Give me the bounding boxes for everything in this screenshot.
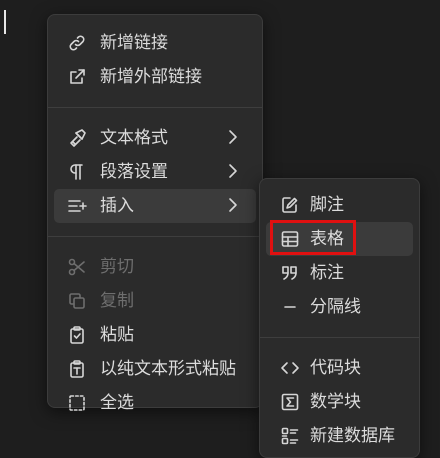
scissors-icon	[67, 257, 87, 277]
menu-separator	[48, 236, 262, 237]
submenu-item-label: 脚注	[310, 195, 344, 215]
menu-item-label: 新增链接	[100, 33, 168, 53]
highlight-box	[270, 220, 356, 255]
menu-item-label: 以纯文本形式粘贴	[100, 359, 236, 379]
clipboard-icon	[67, 325, 87, 345]
submenu-item-label: 数学块	[310, 392, 361, 412]
menu-item-label: 段落设置	[100, 162, 168, 182]
menu-item-copy[interactable]: 复制	[54, 284, 256, 318]
submenu-item-divider[interactable]: 分隔线	[266, 290, 413, 324]
menu-item-label: 复制	[100, 291, 134, 311]
menu-separator	[260, 337, 419, 338]
external-link-icon	[67, 67, 87, 87]
context-menu: 新增链接 新增外部链接 文本格式 段落设置 插入 剪切 复制 粘贴 以纯文本形式…	[47, 14, 263, 413]
text-caret	[4, 10, 6, 34]
submenu-item-label: 标注	[310, 263, 344, 283]
chevron-right-icon	[228, 129, 238, 145]
menu-item-label: 全选	[100, 393, 134, 413]
menu-item-cut[interactable]: 剪切	[54, 250, 256, 284]
database-icon	[280, 426, 300, 446]
submenu-item-code-block[interactable]: 代码块	[266, 351, 413, 385]
insert-icon	[67, 196, 87, 216]
submenu-item-label: 分隔线	[310, 297, 361, 317]
menu-item-label: 文本格式	[100, 128, 168, 148]
menu-item-insert[interactable]: 插入	[54, 189, 256, 223]
pilcrow-icon	[67, 162, 87, 182]
submenu-item-callout[interactable]: 标注	[266, 256, 413, 290]
menu-item-paste[interactable]: 粘贴	[54, 318, 256, 352]
menu-item-paste-plain-text[interactable]: 以纯文本形式粘贴	[54, 352, 256, 386]
copy-icon	[67, 291, 87, 311]
select-all-icon	[67, 393, 87, 413]
quote-icon	[280, 263, 300, 283]
menu-item-add-link[interactable]: 新增链接	[54, 26, 256, 60]
submenu-item-math-block[interactable]: 数学块	[266, 385, 413, 419]
footnote-icon	[280, 195, 300, 215]
menu-item-text-format[interactable]: 文本格式	[54, 121, 256, 155]
menu-item-label: 粘贴	[100, 325, 134, 345]
menu-item-select-all[interactable]: 全选	[54, 386, 256, 420]
menu-item-label: 剪切	[100, 257, 134, 277]
divider-icon	[280, 297, 300, 317]
chevron-right-icon	[228, 197, 238, 213]
sigma-icon	[280, 392, 300, 412]
chevron-right-icon	[228, 163, 238, 179]
link-icon	[67, 33, 87, 53]
code-icon	[280, 358, 300, 378]
submenu-item-label: 代码块	[310, 358, 361, 378]
clipboard-text-icon	[67, 359, 87, 379]
submenu-item-label: 新建数据库	[310, 426, 395, 446]
submenu-item-new-database[interactable]: 新建数据库	[266, 419, 413, 453]
menu-separator	[48, 107, 262, 108]
menu-item-label: 新增外部链接	[100, 67, 202, 87]
menu-item-add-external-link[interactable]: 新增外部链接	[54, 60, 256, 94]
brush-icon	[67, 128, 87, 148]
submenu-item-footnote[interactable]: 脚注	[266, 188, 413, 222]
menu-item-label: 插入	[100, 196, 134, 216]
menu-item-paragraph-settings[interactable]: 段落设置	[54, 155, 256, 189]
